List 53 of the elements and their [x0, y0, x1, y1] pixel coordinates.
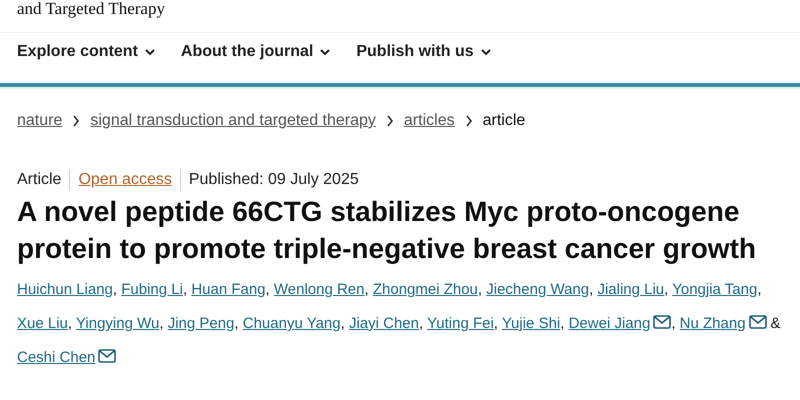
author-link[interactable]: Huichun Liang [17, 281, 113, 298]
separator-text: , [478, 281, 482, 298]
author-link[interactable]: Wenlong Ren [274, 281, 364, 298]
chevron-right-icon [386, 115, 394, 127]
nav-menu-button[interactable]: Publish with us [356, 43, 491, 61]
separator-text: , [757, 281, 762, 298]
author-link[interactable]: Zhongmei Zhou [372, 281, 478, 298]
author-link[interactable]: Yuting Fei [427, 315, 494, 332]
author-link[interactable]: Jing Peng [168, 315, 234, 332]
breadcrumb-current: article [482, 112, 526, 130]
author-link[interactable]: Yongjia Tang [672, 281, 758, 298]
author-link[interactable]: Chuanyu Yang [242, 315, 341, 332]
author-link[interactable]: Yujie Shi [502, 315, 560, 332]
separator-text: , [234, 315, 239, 332]
separator-text: , [182, 281, 188, 298]
author-link[interactable]: Dewei Jiang [568, 315, 650, 332]
separator-text: , [494, 315, 498, 332]
separator-text: , [560, 315, 564, 332]
separator-text: , [112, 281, 118, 298]
separator-text: , [664, 281, 668, 298]
author-link[interactable]: Yingying Wu [76, 315, 160, 332]
nav-menu-button[interactable]: Explore content [17, 43, 155, 61]
nav-menu-button[interactable]: About the journal [180, 43, 330, 61]
author-link[interactable]: Huan Fang [191, 281, 266, 298]
breadcrumb-link[interactable]: articles [404, 112, 455, 130]
author-link[interactable]: Xue Liu [17, 315, 68, 332]
article-type: Article [17, 170, 62, 190]
author-link[interactable]: Jiecheng Wang [486, 281, 590, 298]
separator-text: , [266, 281, 270, 298]
chevron-down-icon [320, 48, 330, 56]
separator-text: , [419, 315, 424, 332]
publish-date: Published: 09 July 2025 [180, 169, 367, 191]
breadcrumb-link[interactable]: nature [17, 112, 62, 130]
chevron-down-icon [480, 48, 491, 56]
journal-title[interactable]: and Targeted Therapy [17, 0, 800, 18]
open-access-link[interactable]: Open access [69, 169, 180, 191]
author-link[interactable]: Jiayi Chen [348, 315, 419, 332]
breadcrumb-link[interactable]: signal transduction and targeted therapy [90, 112, 376, 130]
separator-text: , [340, 315, 345, 332]
separator-text: , [364, 281, 369, 298]
separator-text: & [770, 315, 781, 332]
author-link[interactable]: Fubing Li [121, 281, 183, 298]
chevron-right-icon [72, 115, 80, 127]
separator-text: , [589, 281, 594, 298]
author-link[interactable]: Nu Zhang [680, 315, 746, 332]
separator-text: , [159, 315, 164, 332]
chevron-down-icon [144, 48, 155, 56]
author-link[interactable]: Ceshi Chen [17, 349, 96, 366]
separator-text: , [68, 315, 72, 332]
chevron-right-icon [464, 115, 473, 127]
separator-text: , [671, 315, 676, 332]
article-title: A novel peptide 66CTG stabilizes Myc proto-oncogene protein to promote triple-negative breast cancer growth [16, 195, 758, 266]
author-link[interactable]: Jialing Liu [597, 281, 664, 298]
